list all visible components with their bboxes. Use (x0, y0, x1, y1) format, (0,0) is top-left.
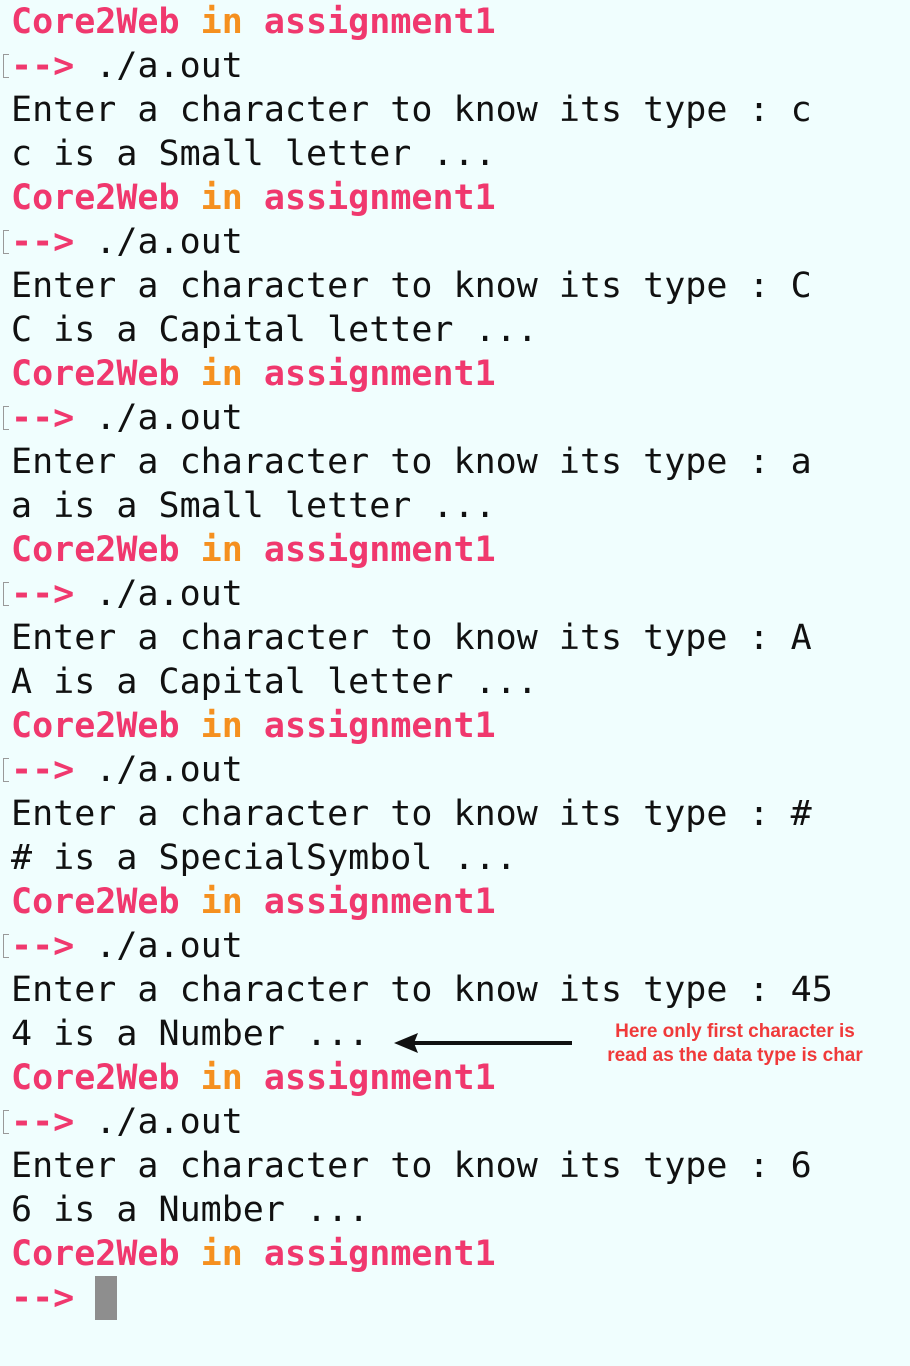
program-input-prompt: Enter a character to know its type : A (11, 618, 812, 658)
prompt-in: in (200, 354, 243, 394)
shell-prompt: Core2Web in assignment1 (11, 176, 906, 220)
program-input-prompt: Enter a character to know its type : # (11, 794, 812, 834)
prompt-in: in (200, 2, 243, 42)
prompt-user: Core2Web (11, 882, 180, 922)
prompt-user: Core2Web (11, 2, 180, 42)
annotation-note: Here only first character is read as the… (570, 1020, 900, 1068)
prompt-directory: assignment1 (263, 1058, 496, 1098)
program-result: A is a Capital letter ... (11, 662, 538, 702)
prompt-arrow: --> (11, 926, 75, 966)
shell-prompt: Core2Web in assignment1 (11, 0, 906, 44)
command-text: ./a.out (95, 1102, 243, 1142)
command-line: --> ./a.out (3, 220, 906, 264)
prompt-user: Core2Web (11, 178, 180, 218)
shell-prompt: Core2Web in assignment1 (11, 704, 906, 748)
line-marker-icon (3, 934, 9, 958)
program-input-prompt: Enter a character to know its type : c (11, 90, 812, 130)
prompt-user: Core2Web (11, 706, 180, 746)
prompt-directory: assignment1 (263, 2, 496, 42)
prompt-user: Core2Web (11, 354, 180, 394)
command-text: ./a.out (95, 574, 243, 614)
prompt-directory: assignment1 (263, 530, 496, 570)
shell-prompt: Core2Web in assignment1 (11, 528, 906, 572)
command-text: ./a.out (95, 46, 243, 86)
terminal-cursor[interactable] (95, 1276, 118, 1320)
program-input-prompt: Enter a character to know its type : a (11, 442, 812, 482)
command-line: --> ./a.out (3, 44, 906, 88)
command-line: --> ./a.out (3, 396, 906, 440)
prompt-arrow: --> (11, 574, 75, 614)
prompt-directory: assignment1 (263, 882, 496, 922)
prompt-in: in (200, 1234, 243, 1274)
prompt-in: in (200, 882, 243, 922)
active-command-line[interactable]: --> (11, 1276, 906, 1320)
command-line: --> ./a.out (3, 572, 906, 616)
terminal-output[interactable]: Core2Web in assignment1 --> ./a.out Ente… (3, 0, 906, 1320)
command-text: ./a.out (95, 926, 243, 966)
program-input-prompt: Enter a character to know its type : 6 (11, 1146, 812, 1186)
program-input-prompt: Enter a character to know its type : C (11, 266, 812, 306)
program-result: # is a SpecialSymbol ... (11, 838, 517, 878)
prompt-in: in (200, 178, 243, 218)
prompt-in: in (200, 1058, 243, 1098)
line-marker-icon (3, 406, 9, 430)
annotation-line-2: read as the data type is char (607, 1045, 863, 1066)
prompt-arrow: --> (11, 46, 75, 86)
prompt-arrow: --> (11, 1102, 75, 1142)
prompt-user: Core2Web (11, 1058, 180, 1098)
prompt-directory: assignment1 (263, 354, 496, 394)
command-line: --> ./a.out (3, 1100, 906, 1144)
command-line: --> ./a.out (3, 924, 906, 968)
command-text: ./a.out (95, 398, 243, 438)
program-result: a is a Small letter ... (11, 486, 496, 526)
prompt-in: in (200, 530, 243, 570)
annotation-arrow-icon (394, 1033, 572, 1053)
prompt-directory: assignment1 (263, 706, 496, 746)
command-line: --> ./a.out (3, 748, 906, 792)
prompt-directory: assignment1 (263, 1234, 496, 1274)
command-text: ./a.out (95, 222, 243, 262)
prompt-in: in (200, 706, 243, 746)
prompt-arrow: --> (11, 398, 75, 438)
shell-prompt: Core2Web in assignment1 (11, 880, 906, 924)
prompt-directory: assignment1 (263, 178, 496, 218)
line-marker-icon (3, 582, 9, 606)
line-marker-icon (3, 758, 9, 782)
shell-prompt: Core2Web in assignment1 (11, 352, 906, 396)
program-result: 6 is a Number ... (11, 1190, 370, 1230)
line-marker-icon (3, 230, 9, 254)
prompt-arrow: --> (11, 1278, 75, 1318)
line-marker-icon (3, 1110, 9, 1134)
prompt-arrow: --> (11, 222, 75, 262)
prompt-arrow: --> (11, 750, 75, 790)
prompt-user: Core2Web (11, 1234, 180, 1274)
program-result: c is a Small letter ... (11, 134, 496, 174)
annotation-line-1: Here only first character is (615, 1021, 855, 1042)
shell-prompt: Core2Web in assignment1 (11, 1232, 906, 1276)
program-result: C is a Capital letter ... (11, 310, 538, 350)
command-text: ./a.out (95, 750, 243, 790)
line-marker-icon (3, 54, 9, 78)
program-input-prompt: Enter a character to know its type : 45 (11, 970, 833, 1010)
prompt-user: Core2Web (11, 530, 180, 570)
